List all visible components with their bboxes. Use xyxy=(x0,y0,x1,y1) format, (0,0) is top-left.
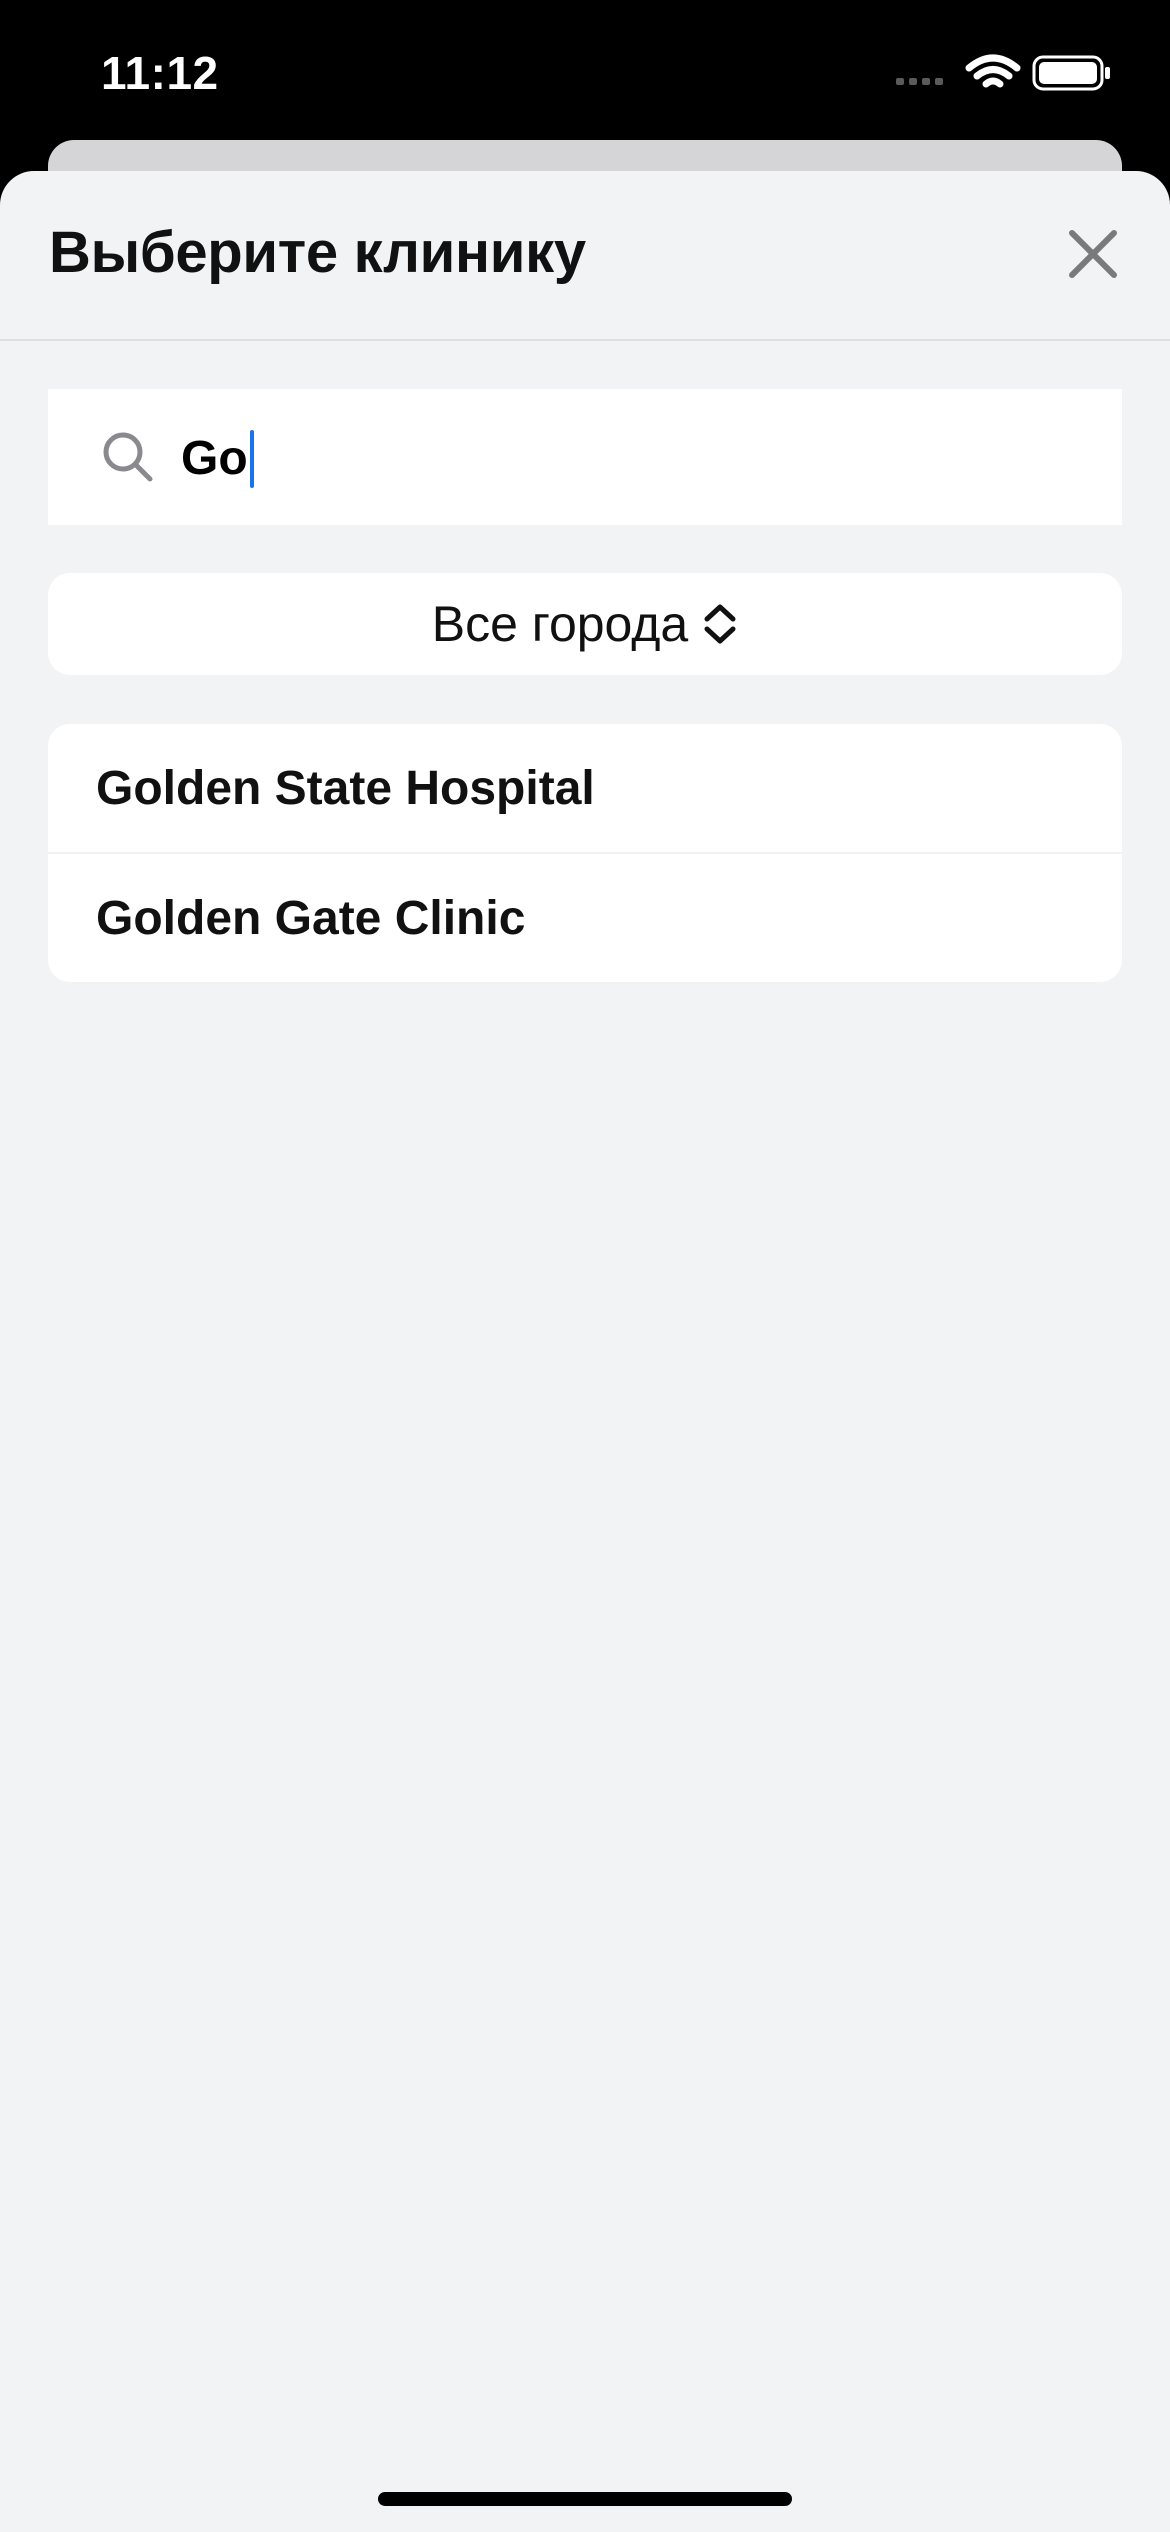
sheet-header: Выберите клинику xyxy=(0,171,1170,341)
search-icon xyxy=(103,432,153,482)
chevron-updown-icon xyxy=(704,604,736,644)
clinic-list-item[interactable]: Golden State Hospital xyxy=(48,724,1122,852)
clinic-picker-sheet: Выберите клинику Go Все города Golden St… xyxy=(0,171,1170,2532)
home-indicator xyxy=(378,2492,792,2506)
city-filter-label: Все города xyxy=(431,596,689,652)
battery-icon xyxy=(1032,55,1110,91)
status-time: 11:12 xyxy=(101,47,219,99)
clinic-name: Golden State Hospital xyxy=(96,761,595,815)
search-value-wrap[interactable]: Go xyxy=(181,429,254,489)
status-bar: 11:12 xyxy=(0,0,1170,145)
status-icons xyxy=(896,52,1116,96)
close-icon xyxy=(1069,230,1117,278)
wifi-icon xyxy=(965,54,1021,88)
search-input[interactable]: Go xyxy=(48,389,1122,525)
clinic-name: Golden Gate Clinic xyxy=(96,891,526,945)
clinic-list-item[interactable]: Golden Gate Clinic xyxy=(48,854,1122,982)
text-caret xyxy=(249,430,254,488)
clinic-results-list: Golden State Hospital Golden Gate Clinic xyxy=(48,724,1122,982)
sheet-title: Выберите клинику xyxy=(49,220,586,285)
search-value[interactable]: Go xyxy=(181,430,248,488)
city-filter-button[interactable]: Все города xyxy=(48,573,1122,675)
close-button[interactable] xyxy=(1060,221,1126,287)
cellular-signal-icon xyxy=(896,78,943,85)
